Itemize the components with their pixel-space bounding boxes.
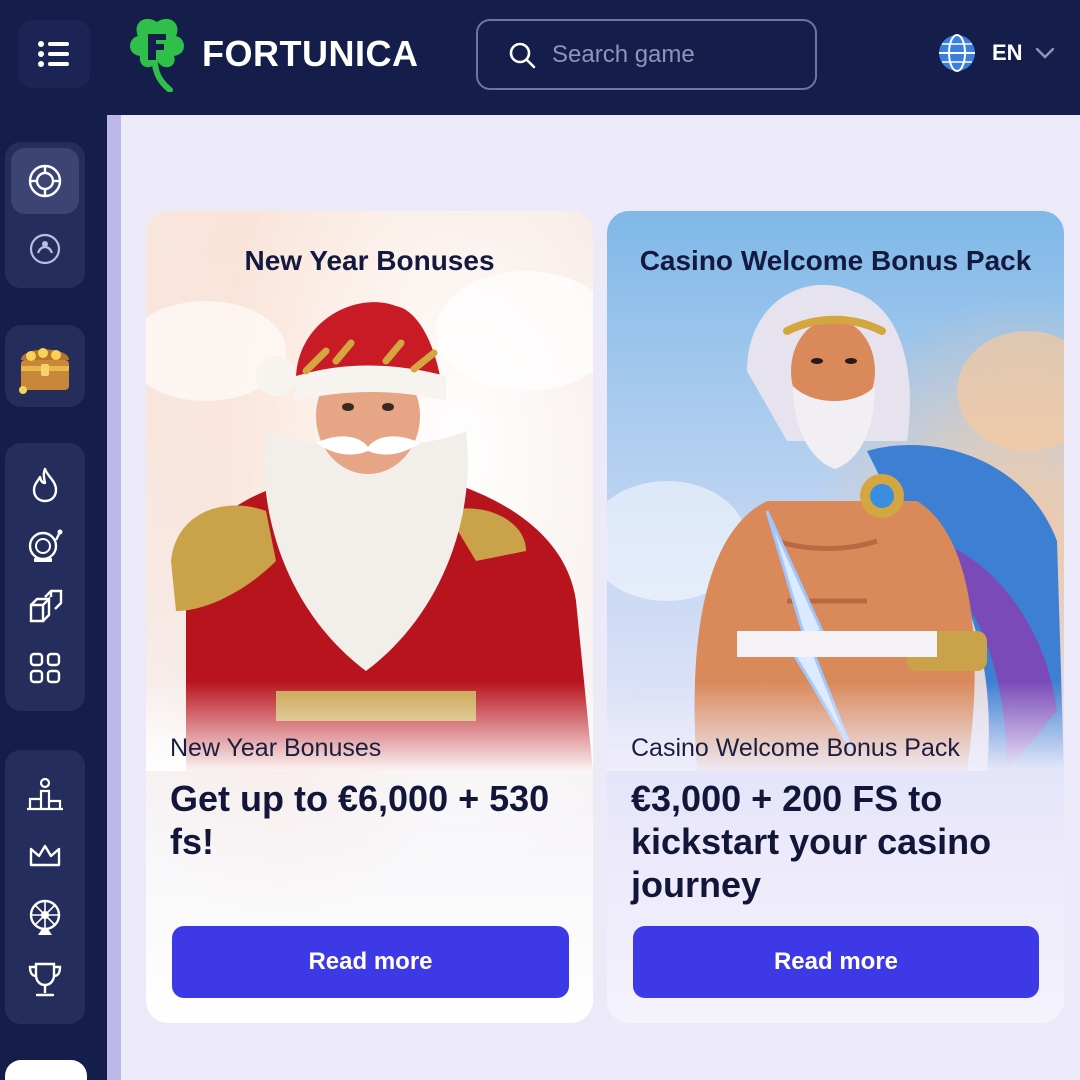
clover-logo-icon: [130, 18, 184, 92]
grid-icon: [29, 652, 61, 684]
sidebar-item-vip[interactable]: [5, 826, 85, 886]
read-more-button[interactable]: Read more: [633, 926, 1039, 998]
promo-card-new-year[interactable]: New Year Bonuses New Year Bonuses Get up…: [146, 211, 593, 1023]
sidebar-item-hot[interactable]: [5, 455, 85, 515]
promo-headline: Get up to €6,000 + 530 fs!: [170, 778, 550, 862]
globe-icon: [939, 34, 975, 72]
crown-icon: [29, 844, 61, 867]
promo-card-welcome[interactable]: Casino Welcome Bonus Pack Casino Welcome…: [607, 211, 1064, 1023]
language-label: EN: [992, 40, 1023, 65]
brand-logo[interactable]: FORTUNICA: [126, 16, 418, 92]
search-input[interactable]: Search game: [476, 19, 817, 90]
casino-chip-icon: [28, 164, 62, 198]
brand-name: FORTUNICA: [202, 33, 419, 74]
sidebar-group-games: [5, 443, 85, 711]
slot-machine-icon: [28, 529, 63, 562]
hamburger-menu-icon: [38, 41, 69, 67]
fire-icon: [32, 467, 58, 503]
search-icon: [509, 42, 536, 68]
sidebar-item-casino[interactable]: [11, 148, 79, 214]
search-placeholder: Search game: [552, 40, 695, 68]
promo-headline: €3,000 + 200 FS to kickstart your casino…: [631, 778, 992, 905]
menu-button[interactable]: [18, 20, 90, 88]
cubes-icon: [29, 589, 63, 623]
live-casino-icon: [29, 233, 61, 265]
sidebar-group-bonuses: [5, 325, 85, 407]
promo-top-title: New Year Bonuses: [244, 245, 495, 276]
sidebar-item-treasure[interactable]: [5, 336, 85, 396]
promo-subtitle: New Year Bonuses: [170, 734, 382, 762]
treasure-chest-icon: [19, 348, 69, 394]
sidebar-item-wheel[interactable]: [5, 888, 85, 948]
trophy-icon: [28, 962, 62, 997]
language-selector[interactable]: EN: [938, 34, 1055, 72]
sidebar-scrollbar[interactable]: [107, 115, 121, 1080]
sidebar: [0, 115, 107, 1080]
read-more-button[interactable]: Read more: [172, 926, 569, 998]
sidebar-item-all-games[interactable]: [5, 638, 85, 698]
promo-top-title: Casino Welcome Bonus Pack: [639, 245, 1032, 276]
top-header: FORTUNICA Search game EN: [0, 0, 1080, 115]
sidebar-item-tournaments[interactable]: [5, 950, 85, 1010]
sidebar-bottom-tab[interactable]: [5, 1060, 87, 1080]
podium-icon: [27, 777, 63, 811]
sidebar-item-slots[interactable]: [5, 516, 85, 576]
sidebar-group-rewards: [5, 750, 85, 1024]
wheel-icon: [29, 899, 61, 935]
chevron-down-icon: [1035, 47, 1054, 59]
sidebar-item-live-casino[interactable]: [5, 219, 85, 279]
promo-subtitle: Casino Welcome Bonus Pack: [631, 734, 960, 762]
zeus-illustration: [607, 284, 1064, 771]
sidebar-item-leaderboard[interactable]: [5, 764, 85, 824]
santa-illustration: [146, 271, 593, 771]
sidebar-item-new[interactable]: [5, 577, 85, 637]
sidebar-group-casino: [5, 142, 85, 288]
